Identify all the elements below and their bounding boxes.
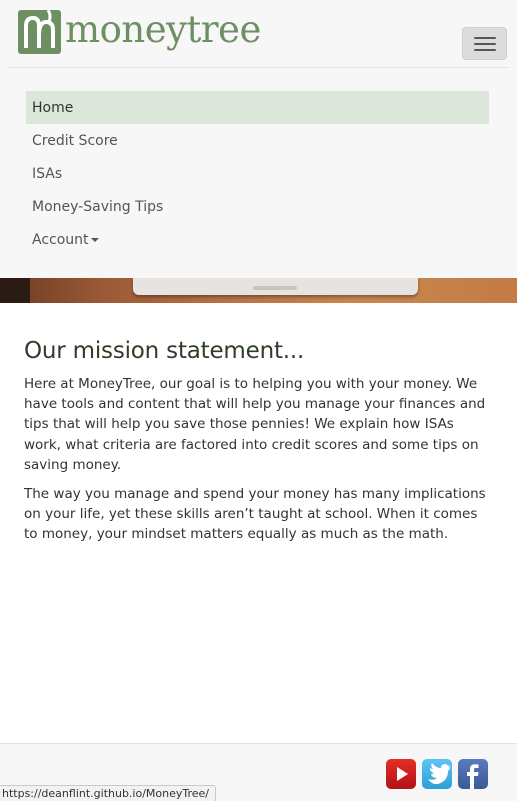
facebook-icon[interactable]	[458, 759, 488, 789]
laptop-image	[133, 278, 418, 295]
nav-menu: Home Credit Score ISAs Money-Saving Tips…	[26, 91, 489, 256]
brand-name: moneytree	[65, 7, 261, 51]
caret-down-icon	[90, 237, 99, 242]
hero-image	[0, 278, 517, 303]
nav-item-account-dropdown[interactable]: Account	[26, 223, 489, 256]
mission-paragraph-1: Here at MoneyTree, our goal is to helpin…	[24, 376, 486, 473]
hamburger-icon	[473, 36, 496, 51]
mission-paragraph-2: The way you manage and spend your money …	[24, 486, 486, 543]
menu-toggle-button[interactable]	[462, 27, 507, 60]
navbar: moneytree Home Credit Score ISAs Money-S…	[0, 0, 517, 278]
nav-item-isas[interactable]: ISAs	[26, 157, 489, 190]
mission-title: Our mission statement...	[24, 338, 305, 364]
nav-item-money-saving-tips[interactable]: Money-Saving Tips	[26, 190, 489, 223]
main-content: Our mission statement... Here at MoneyTr…	[24, 338, 494, 554]
nav-item-label: ISAs	[32, 165, 63, 182]
nav-divider	[8, 67, 509, 68]
nav-item-label: Credit Score	[32, 132, 118, 149]
twitter-icon[interactable]	[422, 759, 452, 789]
nav-item-label: Home	[32, 99, 74, 116]
moneytree-logo-icon	[18, 9, 61, 54]
status-bar-url: https://deanflint.github.io/MoneyTree/	[0, 785, 217, 801]
nav-item-label: Account	[32, 231, 89, 248]
nav-item-home[interactable]: Home	[26, 91, 489, 124]
brand-link[interactable]: moneytree	[18, 5, 261, 57]
nav-item-credit-score[interactable]: Credit Score	[26, 124, 489, 157]
nav-item-label: Money-Saving Tips	[32, 198, 164, 215]
youtube-icon[interactable]	[386, 759, 416, 789]
